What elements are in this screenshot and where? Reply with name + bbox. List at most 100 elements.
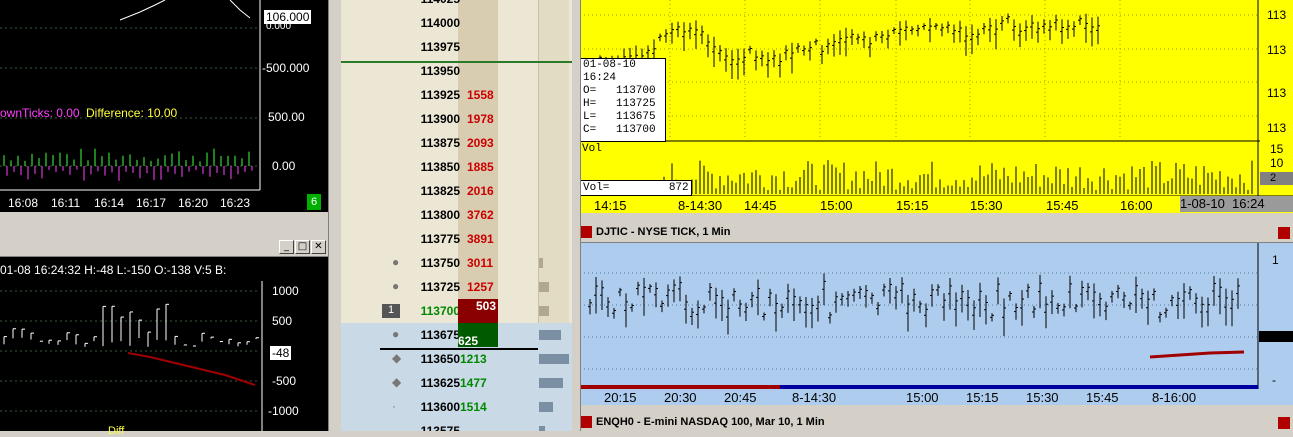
ladder-row[interactable]: 113850 1885 xyxy=(340,155,572,179)
ladder-row[interactable]: 113975 xyxy=(340,35,572,59)
ladder-order-marker[interactable]: ◆ xyxy=(392,375,401,389)
lb-y-label-3: -1000 xyxy=(268,404,299,418)
ladder-row[interactable]: ◆ 113625 1477 xyxy=(340,371,572,395)
ladder-price: 113675 xyxy=(420,328,460,342)
ladder-price: 113750 xyxy=(420,256,460,270)
volume-profile-bar xyxy=(539,426,545,431)
ladder-row[interactable]: 113900 1978 xyxy=(340,107,572,131)
ask-size[interactable]: 1558 xyxy=(467,88,494,102)
bid-size[interactable]: 1477 xyxy=(460,376,487,390)
ladder-price: 113800 xyxy=(420,208,460,222)
info-line: 01-08 16:24:32 H:-48 L:-150 O:-138 V:5 B… xyxy=(0,263,227,277)
maximize-button[interactable]: □ xyxy=(295,240,310,254)
minimize-button[interactable]: _ xyxy=(279,240,294,254)
window-menu-icon[interactable] xyxy=(1278,227,1290,239)
indicator-text-a: ownTicks: 0.00 xyxy=(0,106,80,120)
yc-time-6: 15:45 xyxy=(1046,198,1079,213)
ladder-price: 113825 xyxy=(420,184,460,198)
bc-right-2: - xyxy=(1272,373,1276,387)
ladder-order-marker[interactable]: · xyxy=(392,399,396,413)
ladder-row[interactable]: 114025 xyxy=(340,0,572,11)
volume-profile-bar xyxy=(539,306,549,316)
y-label-1: -500.000 xyxy=(262,61,310,75)
yc-time-1: 8-14:30 xyxy=(678,198,723,213)
bc-time-8: 8-16:00 xyxy=(1152,390,1197,405)
ladder-row[interactable]: ● 113725 1257 xyxy=(340,275,572,299)
window-menu-icon[interactable] xyxy=(1278,417,1290,429)
ladder-row[interactable]: 114000 xyxy=(340,11,572,35)
ladder-order-marker[interactable]: ● xyxy=(392,255,399,269)
volume-profile-bar xyxy=(539,258,543,268)
lb-y-label-1: 500 xyxy=(272,314,293,328)
ask-size[interactable]: 1257 xyxy=(467,280,494,294)
bid-size[interactable]: 625 xyxy=(458,323,498,348)
ask-size[interactable]: 3891 xyxy=(467,232,494,246)
ladder-order-marker[interactable]: ● xyxy=(392,327,399,341)
ladder-row[interactable]: 113575 xyxy=(340,419,572,431)
ladder-price: 113725 xyxy=(420,280,460,294)
ladder-marker-line-top xyxy=(340,61,572,63)
volume-profile-bar xyxy=(539,330,561,340)
lb-y-label-2: -500 xyxy=(272,374,297,388)
tick-chart xyxy=(580,243,1293,389)
ladder-order-marker[interactable]: 1 xyxy=(382,304,400,318)
bid-size[interactable]: 1514 xyxy=(460,400,487,414)
ladder-order-marker[interactable]: ● xyxy=(392,279,399,293)
ohlc-close: C= 113700 xyxy=(583,124,656,136)
pane-number-badge[interactable]: 6 xyxy=(307,194,321,210)
ask-size[interactable]: 1978 xyxy=(467,112,494,126)
ask-size[interactable]: 3762 xyxy=(467,208,494,222)
bc-time-7: 15:45 xyxy=(1086,390,1119,405)
left-bottom-titlebar: _ □ ✕ xyxy=(0,238,328,257)
ask-size[interactable]: 2016 xyxy=(467,184,494,198)
ask-size[interactable]: 503 xyxy=(458,299,498,323)
yc-time-4: 15:15 xyxy=(896,198,929,213)
price-ladder: 114025 114000 113975 113950 113925 1558 113900… xyxy=(340,0,572,431)
bc-time-2: 20:45 xyxy=(724,390,757,405)
ladder-row[interactable]: 113775 3891 xyxy=(340,227,572,251)
ohlc-time: 16:24 xyxy=(583,72,617,84)
yc-time-5: 15:30 xyxy=(970,198,1003,213)
ohlc-date: 01-08-10 xyxy=(583,59,636,71)
yc-right-0: 113 xyxy=(1267,8,1287,22)
yc-right-4: 15 xyxy=(1270,142,1284,156)
yc-time-2: 14:45 xyxy=(744,198,777,213)
ladder-price: 113875 xyxy=(420,136,460,150)
ladder-price: 113975 xyxy=(420,40,460,54)
time-label-3: 16:17 xyxy=(136,196,167,210)
close-button[interactable]: ✕ xyxy=(311,240,326,254)
lb-current-value: -48 xyxy=(270,346,292,360)
ask-size[interactable]: 3011 xyxy=(467,256,493,270)
yc-date-box: 1-08-10 16:24 xyxy=(1180,196,1293,212)
bid-size[interactable]: 1213 xyxy=(460,352,487,366)
ask-size[interactable]: 2093 xyxy=(467,136,494,150)
time-label-1: 16:11 xyxy=(51,196,81,210)
y-label-3: 0.00 xyxy=(272,159,296,173)
ladder-marker-line-bid xyxy=(380,348,538,350)
ladder-order-marker[interactable]: ◆ xyxy=(392,351,401,365)
bc-right-0: 1 xyxy=(1272,253,1279,267)
ladder-row[interactable]: ◆ 113650 1213 xyxy=(340,347,572,371)
ladder-row[interactable]: 113875 2093 xyxy=(340,131,572,155)
y-label-0: 0.000 xyxy=(266,21,292,32)
ladder-row[interactable]: ● 113675 625 xyxy=(340,323,572,348)
bc-time-4: 15:00 xyxy=(906,390,939,405)
ladder-price: 113575 xyxy=(420,424,460,431)
ask-size[interactable]: 1885 xyxy=(467,160,494,174)
bc-time-0: 20:15 xyxy=(604,390,637,405)
bc-time-5: 15:15 xyxy=(966,390,999,405)
vol-label: Vol xyxy=(582,143,602,155)
ladder-row[interactable]: 113925 1558 xyxy=(340,83,572,107)
ladder-row[interactable]: · 113600 1514 xyxy=(340,395,572,419)
chart-window-icon xyxy=(580,226,592,238)
ladder-row[interactable]: 113825 2016 xyxy=(340,179,572,203)
ladder-row[interactable]: 1 113700 503 xyxy=(340,299,572,323)
splitter-left[interactable] xyxy=(328,0,341,431)
lb-footer-text: Diff xyxy=(108,425,125,437)
yc-time-0: 14:15 xyxy=(594,198,627,213)
ladder-row[interactable]: ● 113750 3011 xyxy=(340,251,572,275)
volume-profile-bar xyxy=(539,402,553,412)
volume-profile-bar xyxy=(539,378,563,388)
ladder-row[interactable]: 113800 3762 xyxy=(340,203,572,227)
splitter-right[interactable] xyxy=(572,0,581,431)
